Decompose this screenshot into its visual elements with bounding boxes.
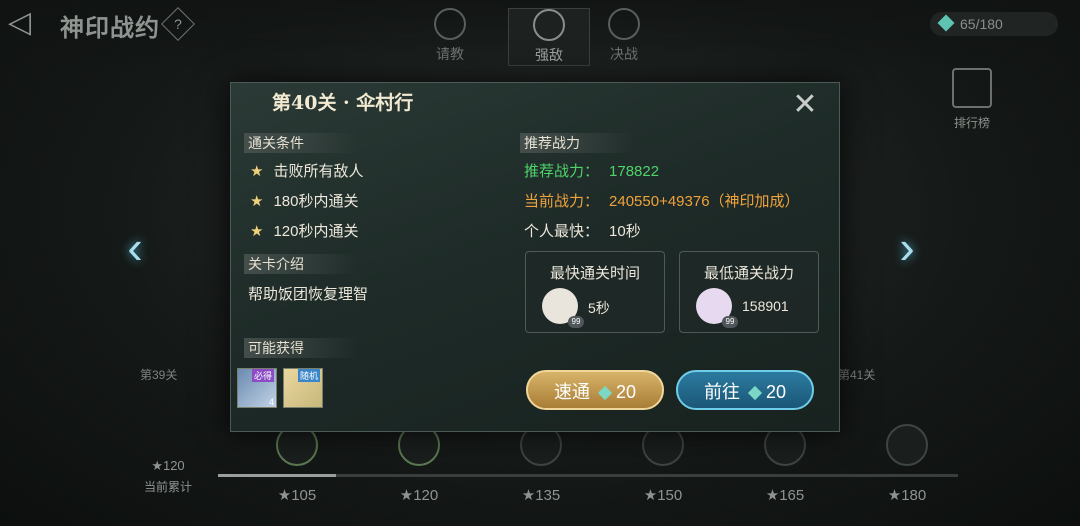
- showdown-icon: [608, 8, 640, 40]
- reward-item[interactable]: 必得 4: [237, 368, 277, 408]
- tab-label: 强敌: [535, 47, 563, 63]
- tab-label: 请教: [436, 46, 464, 62]
- sweep-label: 速通: [553, 382, 590, 402]
- lowest-power-value: 158901: [742, 298, 789, 314]
- current-power: 当前战力： 240550+49376（神印加成）: [524, 193, 800, 210]
- progress-fill: [218, 474, 337, 477]
- energy-gem-icon: [937, 14, 955, 32]
- tab-label: 决战: [610, 46, 638, 62]
- cumulative-label: 当前累计: [143, 480, 192, 494]
- gem-icon: [597, 385, 613, 401]
- tab-consult[interactable]: 请教: [410, 8, 490, 64]
- prev-stage-arrow-icon[interactable]: ‹: [116, 222, 154, 272]
- gem-icon: [747, 385, 763, 401]
- go-button[interactable]: 前往 20: [676, 370, 814, 410]
- rewards-heading: 可能获得: [244, 338, 358, 358]
- strong-enemy-icon: [533, 9, 565, 41]
- next-stage-label: 第41关: [838, 368, 876, 382]
- tab-strong-enemy[interactable]: 强敌: [508, 8, 590, 66]
- back-icon[interactable]: ◁: [8, 8, 48, 40]
- sweep-cost: 20: [615, 382, 637, 402]
- milestone: ★135: [521, 487, 561, 504]
- sweep-button[interactable]: 速通 20: [526, 370, 664, 410]
- star-icon: ★: [250, 163, 264, 180]
- next-stage-arrow-icon[interactable]: ›: [888, 222, 926, 272]
- ranking-button[interactable]: 排行榜: [938, 68, 1006, 131]
- page-title: 神印战约: [60, 13, 160, 42]
- ranking-label: 排行榜: [953, 116, 990, 130]
- energy-counter: 65/180: [930, 12, 1058, 36]
- personal-fastest: 个人最快： 10秒: [524, 223, 641, 240]
- fastest-clear-box[interactable]: 最快通关时间 99 5秒: [525, 251, 665, 333]
- energy-value: 65/180: [960, 16, 1003, 32]
- avatar-level: 99: [568, 316, 584, 328]
- reward-node[interactable]: [886, 424, 928, 466]
- consult-icon: [434, 8, 466, 40]
- reward-item[interactable]: 随机: [283, 368, 323, 408]
- milestone: ★150: [643, 487, 683, 504]
- lowest-power-label: 最低通关战力: [703, 265, 794, 282]
- milestone: ★120: [399, 487, 439, 504]
- go-cost: 20: [765, 382, 787, 402]
- power-heading: 推荐战力: [520, 133, 634, 153]
- close-icon[interactable]: ✕: [790, 90, 820, 120]
- cumulative-value: 120: [162, 458, 185, 473]
- recommended-power: 推荐战力： 178822: [524, 163, 660, 180]
- lowest-power-box[interactable]: 最低通关战力 99 158901: [679, 251, 819, 333]
- clear-conditions-heading: 通关条件: [244, 133, 358, 153]
- fastest-clear-value: 5秒: [588, 300, 610, 316]
- stage-title: 第40关 · 伞村行: [272, 92, 414, 114]
- tab-showdown[interactable]: 决战: [584, 8, 664, 64]
- star-icon: ★: [250, 193, 264, 210]
- condition-item: ★ 击败所有敌人: [250, 163, 364, 180]
- condition-item: ★ 180秒内通关: [250, 193, 359, 210]
- condition-item: ★ 120秒内通关: [250, 223, 359, 240]
- avatar-level: 99: [722, 316, 738, 328]
- star-icon: ★: [250, 223, 264, 240]
- intro-heading: 关卡介绍: [244, 254, 358, 274]
- milestone: ★180: [887, 487, 927, 504]
- reward-count: 4: [268, 397, 274, 407]
- milestone: ★105: [277, 487, 317, 504]
- intro-text: 帮助饭团恢复理智: [248, 286, 369, 303]
- reward-tag: 随机: [298, 369, 321, 382]
- cumulative-stars: ★120 当前累计: [136, 458, 200, 495]
- reward-tag: 必得: [252, 369, 275, 382]
- prev-stage-label: 第39关: [140, 368, 178, 382]
- ranking-chart-icon: [952, 68, 992, 108]
- go-label: 前往: [703, 382, 740, 402]
- help-icon: ?: [174, 16, 182, 32]
- milestone: ★165: [765, 487, 805, 504]
- fastest-clear-label: 最快通关时间: [549, 265, 640, 282]
